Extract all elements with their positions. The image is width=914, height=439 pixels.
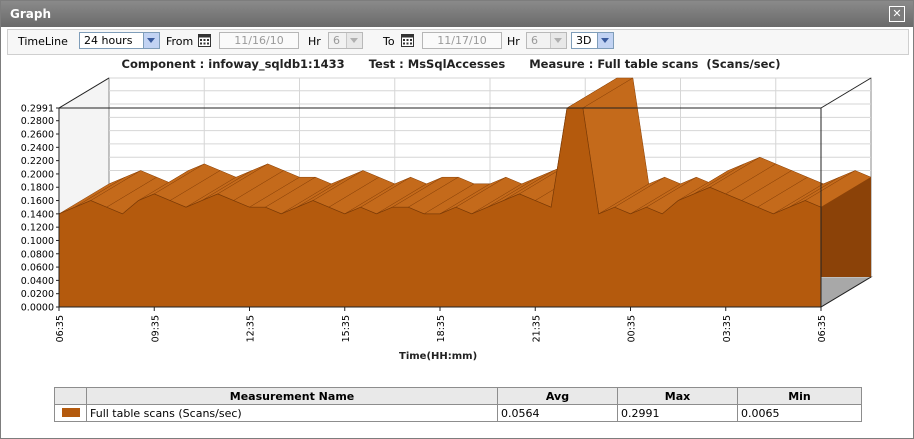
timeline-select[interactable]: 24 hours — [79, 32, 160, 49]
y-tick-label: 0.1200 — [21, 223, 54, 234]
from-date-field[interactable]: 11/16/10 — [219, 32, 299, 49]
column-header-legend — [54, 387, 87, 405]
test-label: Test : MsSqlAccesses — [368, 57, 506, 71]
max-value: 0.2991 — [617, 404, 738, 422]
y-tick-label: 0.0600 — [21, 263, 54, 274]
legend-swatch-cell — [54, 404, 87, 422]
y-tick-label: 0.2400 — [21, 143, 54, 154]
to-hr-value: 6 — [531, 34, 538, 47]
chevron-down-icon — [550, 33, 566, 48]
column-header-max: Max — [617, 387, 738, 405]
from-hr-value: 6 — [333, 34, 340, 47]
to-hr-label: Hr — [507, 35, 520, 48]
to-label: To — [383, 35, 395, 48]
y-tick-label: 0.1000 — [21, 236, 54, 247]
component-label: Component : infoway_sqldb1:1433 — [121, 57, 345, 71]
timeline-select-value: 24 hours — [84, 34, 133, 47]
y-tick-label: 0.2200 — [21, 156, 54, 167]
chevron-down-icon — [597, 33, 613, 48]
calendar-icon[interactable] — [198, 34, 211, 47]
x-tick-label: 06:35 — [55, 315, 66, 342]
to-date-field[interactable]: 11/17/10 — [422, 32, 502, 49]
x-tick-label: 03:35 — [722, 315, 733, 342]
measurement-name: Full table scans (Scans/sec) — [86, 404, 498, 422]
chevron-down-icon — [346, 33, 362, 48]
x-tick-label: 21:35 — [531, 315, 542, 342]
y-tick-label: 0.1400 — [21, 209, 54, 220]
y-tick-label: 0.0800 — [21, 249, 54, 260]
table-header-row: Measurement Name Avg Max Min — [54, 387, 862, 405]
min-value: 0.0065 — [737, 404, 862, 422]
measure-label: Measure : Full table scans (Scans/sec) — [529, 57, 781, 71]
timeline-label: TimeLine — [18, 35, 68, 48]
x-tick-label: 06:35 — [817, 315, 828, 342]
y-tick-label: 0.0200 — [21, 289, 54, 300]
y-tick-label: 0.0000 — [21, 303, 54, 314]
x-tick-label: 00:35 — [627, 315, 638, 342]
view-mode-select[interactable]: 3D — [571, 32, 614, 49]
x-tick-label: 15:35 — [341, 315, 352, 342]
y-tick-label: 0.2991 — [21, 104, 54, 115]
calendar-icon[interactable] — [401, 34, 414, 47]
from-label: From — [166, 35, 194, 48]
title-bar: Graph ✕ — [1, 1, 913, 27]
x-tick-label: 18:35 — [436, 315, 447, 342]
timeline-toolbar: TimeLine 24 hours From 11/16/10 Hr 6 To … — [7, 29, 909, 55]
window-title: Graph — [10, 7, 51, 21]
y-tick-label: 0.2600 — [21, 130, 54, 141]
y-tick-label: 0.2000 — [21, 169, 54, 180]
avg-value: 0.0564 — [497, 404, 618, 422]
to-hr-select[interactable]: 6 — [526, 32, 567, 49]
view-mode-value: 3D — [576, 34, 592, 47]
chevron-down-icon — [143, 33, 159, 48]
x-axis-title: Time(HH:mm) — [399, 351, 478, 362]
series-color-swatch — [61, 407, 80, 417]
x-tick-label: 09:35 — [150, 315, 161, 342]
from-hr-label: Hr — [308, 35, 321, 48]
measurement-table: Measurement Name Avg Max Min Full table … — [54, 387, 862, 422]
from-hr-select[interactable]: 6 — [328, 32, 363, 49]
column-header-avg: Avg — [497, 387, 618, 405]
table-row: Full table scans (Scans/sec) 0.0564 0.29… — [54, 404, 862, 422]
graph-window: Graph ✕ TimeLine 24 hours From 11/16/10 … — [0, 0, 914, 439]
y-tick-label: 0.2800 — [21, 116, 54, 127]
area-chart-3d: 0.0000 0.0200 0.0400 0.0600 0.0800 0.1000 0.12… — [21, 77, 873, 342]
y-tick-label: 0.0400 — [21, 276, 54, 287]
close-icon[interactable]: ✕ — [889, 6, 905, 22]
column-header-name: Measurement Name — [86, 387, 498, 405]
chart-heading: Component : infoway_sqldb1:1433 Test : M… — [1, 57, 901, 71]
column-header-min: Min — [737, 387, 862, 405]
y-tick-label: 0.1800 — [21, 183, 54, 194]
x-tick-label: 12:35 — [246, 315, 257, 342]
y-tick-label: 0.1600 — [21, 196, 54, 207]
